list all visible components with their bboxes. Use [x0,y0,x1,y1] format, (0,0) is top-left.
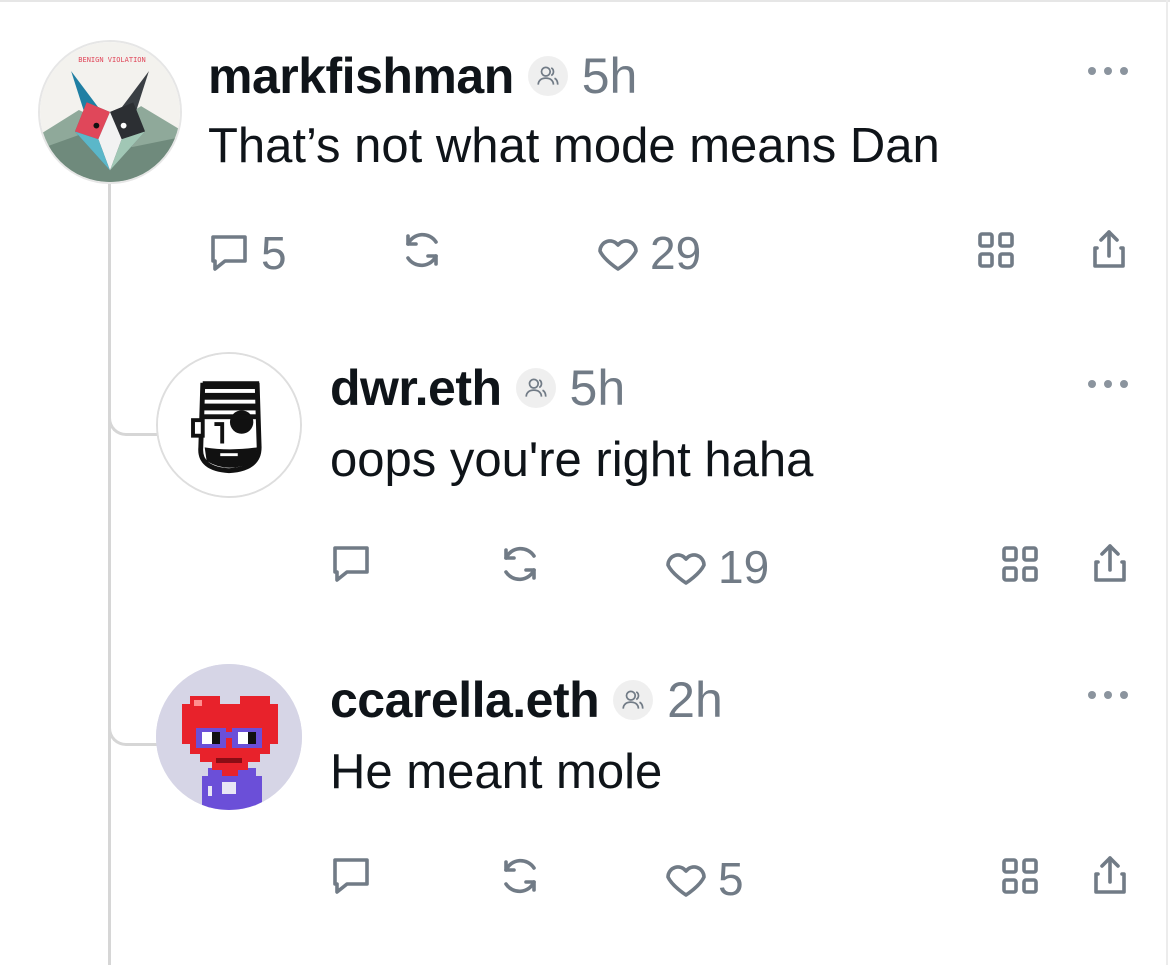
embed-button[interactable] [972,226,1020,274]
timestamp: 5h [581,48,638,104]
like-button[interactable]: 29 [594,226,701,280]
comment-icon [333,546,369,582]
right-divider [1166,0,1168,965]
thread-branch [108,410,158,436]
reply-button[interactable] [327,852,383,900]
recast-button[interactable] [496,852,544,900]
avatar[interactable] [156,352,302,498]
thread-branch [108,720,158,746]
more-options-button[interactable] [1088,64,1128,78]
share-button[interactable] [1085,226,1133,274]
top-divider [0,0,1170,2]
grid-icon [1002,546,1038,582]
timestamp: 2h [667,672,723,728]
share-icon [1093,230,1125,268]
comment-icon [211,235,247,271]
heart-icon [666,865,706,897]
username[interactable]: markfishman [208,47,514,105]
pirate-face-avatar [158,354,300,496]
like-count: 5 [718,853,744,905]
avatar-caption: BENIGN VIOLATION [78,56,146,64]
share-button[interactable] [1086,852,1134,900]
like-count: 19 [718,541,770,593]
more-options-button[interactable] [1088,688,1128,702]
like-count: 29 [650,227,702,279]
post-text: oops you're right haha [330,433,814,487]
timestamp: 5h [569,360,626,416]
reply-button[interactable]: 5 [205,226,287,280]
reply-count: 5 [261,227,287,279]
recast-icon [406,232,438,268]
heart-icon [598,239,638,271]
like-button[interactable]: 19 [662,540,769,594]
power-badge-icon [613,680,654,720]
heart-icon [666,553,706,585]
embed-button[interactable] [996,540,1044,588]
recast-icon [504,858,536,894]
username[interactable]: dwr.eth [330,359,502,417]
share-button[interactable] [1086,540,1134,588]
power-badge-icon [527,56,568,96]
recast-icon [504,546,536,582]
grid-icon [1002,858,1038,894]
reply-button[interactable] [327,540,383,588]
share-icon [1094,856,1126,894]
pixel-heart-avatar [156,664,302,810]
username[interactable]: ccarella.eth [330,671,600,729]
embed-button[interactable] [996,852,1044,900]
power-badge-icon [515,368,556,408]
post-text: That’s not what mode means Dan [208,119,940,173]
like-button[interactable]: 5 [662,852,744,906]
comment-icon [333,858,369,894]
avatar[interactable] [156,664,302,810]
more-options-button[interactable] [1088,377,1128,391]
grid-icon [978,232,1014,268]
recast-button[interactable] [398,226,446,274]
post-text: He meant mole [330,745,663,799]
share-icon [1094,544,1126,582]
recast-button[interactable] [496,540,544,588]
